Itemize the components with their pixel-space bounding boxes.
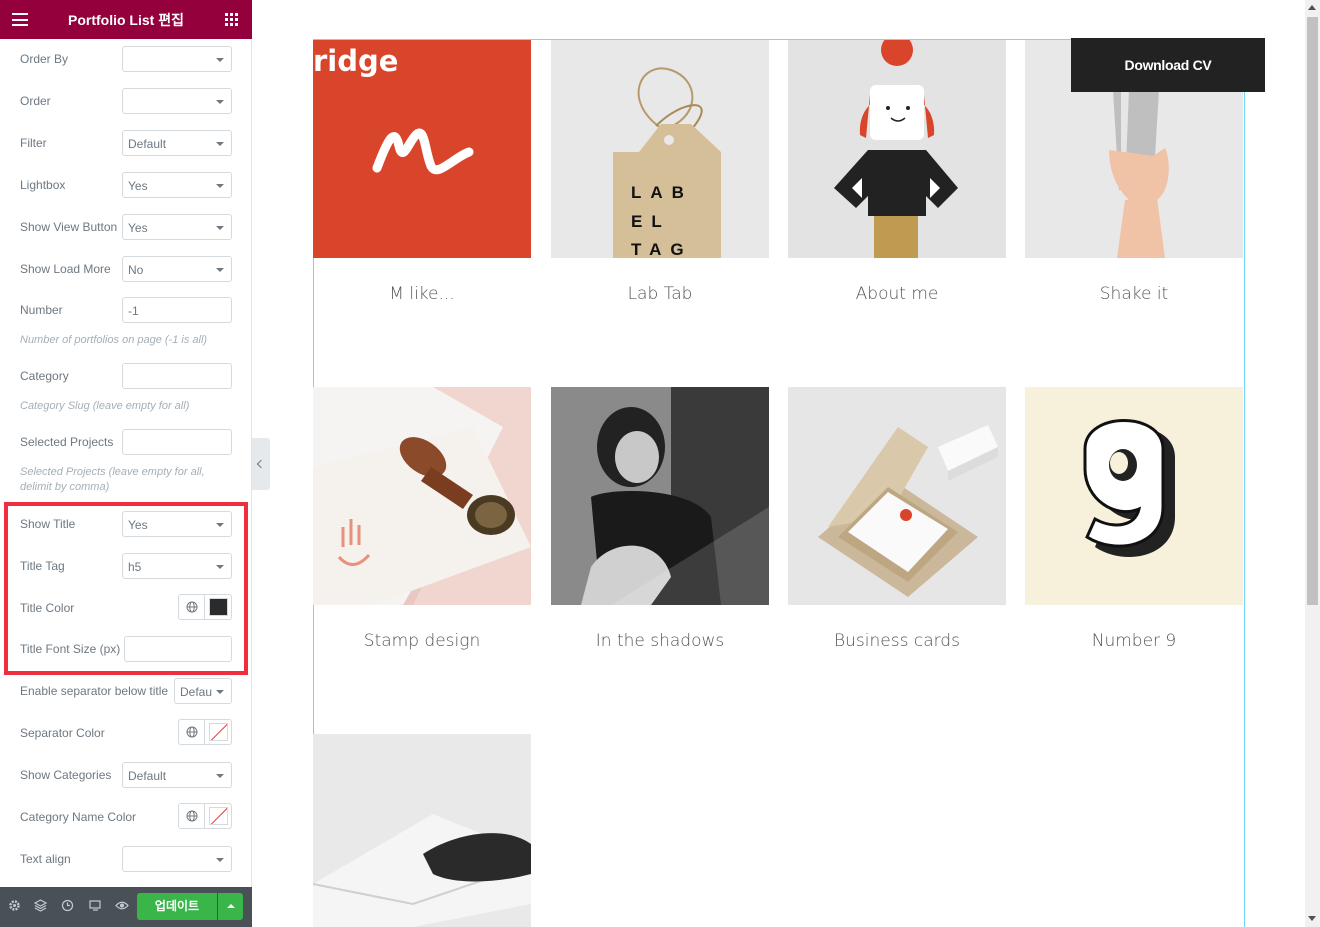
- label-tag-line-1: LAB: [631, 183, 693, 202]
- category-hint: Category Slug (leave empty for all): [20, 400, 190, 412]
- chevron-down-icon: [216, 184, 224, 188]
- scrollbar-thumb[interactable]: [1307, 17, 1318, 605]
- category-name-color-label: Category Name Color: [20, 810, 137, 824]
- order-label: Order: [20, 94, 51, 108]
- portfolio-thumb-about-me[interactable]: [788, 40, 1006, 258]
- portfolio-thumb-9[interactable]: [313, 734, 531, 927]
- filter-select[interactable]: Default: [122, 130, 232, 156]
- number-label: Number: [20, 303, 63, 317]
- portfolio-thumb-business-cards[interactable]: [788, 387, 1006, 605]
- chevron-down-icon: [216, 268, 224, 272]
- chevron-down-icon: [216, 100, 224, 104]
- category-input[interactable]: [122, 363, 232, 389]
- separator-color-label: Separator Color: [20, 726, 105, 740]
- preview-eye-icon[interactable]: [115, 899, 129, 913]
- hamburger-menu-icon[interactable]: [12, 13, 28, 26]
- portfolio-title-4[interactable]: Shake it: [1025, 284, 1243, 304]
- separator-color-swatch[interactable]: [209, 723, 228, 741]
- label-tag-line-2: EL: [631, 212, 671, 231]
- text-align-select[interactable]: [122, 846, 232, 872]
- show-view-button-select[interactable]: Yes: [122, 214, 232, 240]
- scroll-down-arrow-icon[interactable]: [1308, 916, 1316, 921]
- portfolio-title-2[interactable]: Lab Tab: [551, 284, 769, 304]
- page-preview: ridge LAB EL TAG Download CV M like... L…: [270, 0, 1305, 927]
- show-load-more-label: Show Load More: [20, 262, 111, 276]
- portfolio-title-8[interactable]: Number 9: [1025, 631, 1243, 651]
- category-name-color-swatch[interactable]: [209, 807, 228, 825]
- selected-projects-input[interactable]: [122, 429, 232, 455]
- selected-projects-label: Selected Projects: [20, 435, 114, 449]
- show-load-more-select[interactable]: No: [122, 256, 232, 282]
- portfolio-thumb-stamp-design[interactable]: [313, 387, 531, 605]
- widgets-grid-icon[interactable]: [225, 13, 238, 26]
- order-select[interactable]: [122, 88, 232, 114]
- show-categories-select[interactable]: Default: [122, 762, 232, 788]
- update-options-button[interactable]: [218, 893, 243, 920]
- order-by-select[interactable]: [122, 46, 232, 72]
- responsive-mode-icon[interactable]: [88, 899, 102, 913]
- show-categories-label: Show Categories: [20, 768, 112, 782]
- portfolio-thumb-number-9[interactable]: [1025, 387, 1243, 605]
- filter-label: Filter: [20, 136, 47, 150]
- lightbox-select[interactable]: Yes: [122, 172, 232, 198]
- portfolio-thumb-lab-tab[interactable]: LAB EL TAG: [551, 40, 769, 258]
- chevron-down-icon: [216, 58, 224, 62]
- category-name-color-picker[interactable]: [178, 803, 232, 829]
- highlight-box: [4, 502, 248, 675]
- portfolio-title-5[interactable]: Stamp design: [313, 631, 531, 651]
- portfolio-thumb-in-the-shadows[interactable]: [551, 387, 769, 605]
- history-icon[interactable]: [60, 899, 74, 913]
- panel-title: Portfolio List 편집: [68, 12, 184, 28]
- layers-icon[interactable]: [33, 899, 47, 913]
- portfolio-title-1[interactable]: M like...: [313, 284, 531, 304]
- update-button[interactable]: 업데이트: [137, 893, 217, 920]
- chevron-down-icon: [216, 226, 224, 230]
- enable-separator-select[interactable]: Defau: [174, 678, 232, 704]
- settings-gear-icon[interactable]: [7, 899, 21, 913]
- chevron-down-icon: [216, 774, 224, 778]
- show-view-button-label: Show View Button: [20, 220, 118, 234]
- collapse-panel-button[interactable]: [252, 438, 270, 490]
- category-label: Category: [20, 369, 69, 383]
- chevron-down-icon: [216, 858, 224, 862]
- site-brand[interactable]: ridge: [313, 44, 398, 78]
- globe-icon[interactable]: [179, 720, 205, 744]
- editor-panel: Portfolio List 편집 Order By Order Filter …: [0, 0, 252, 927]
- label-tag-line-3: TAG: [631, 240, 693, 258]
- number-input[interactable]: -1: [122, 297, 232, 323]
- chevron-down-icon: [216, 142, 224, 146]
- portfolio-title-7[interactable]: Business cards: [788, 631, 1006, 651]
- globe-icon[interactable]: [179, 804, 205, 828]
- portfolio-title-6[interactable]: In the shadows: [551, 631, 769, 651]
- chevron-down-icon: [216, 690, 224, 694]
- portfolio-title-3[interactable]: About me: [788, 284, 1006, 304]
- scroll-up-arrow-icon[interactable]: [1308, 5, 1316, 10]
- enable-separator-label: Enable separator below title: [20, 684, 169, 698]
- separator-color-picker[interactable]: [178, 719, 232, 745]
- panel-header: Portfolio List 편집: [0, 0, 252, 39]
- selected-projects-hint: Selected Projects (leave empty for all, …: [20, 466, 205, 493]
- download-cv-button[interactable]: Download CV: [1071, 38, 1265, 92]
- number-hint: Number of portfolios on page (-1 is all): [20, 334, 208, 346]
- order-by-label: Order By: [20, 52, 69, 66]
- text-align-label: Text align: [20, 852, 71, 866]
- lightbox-label: Lightbox: [20, 178, 66, 192]
